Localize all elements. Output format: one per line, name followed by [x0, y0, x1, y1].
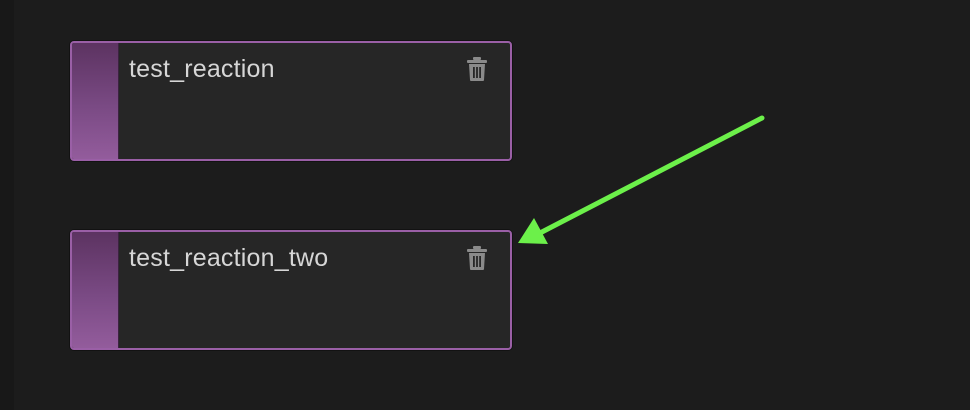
trash-icon[interactable] [466, 56, 488, 82]
node-title: test_reaction [129, 55, 275, 83]
reaction-node[interactable]: test_reaction_two [70, 230, 512, 350]
node-canvas[interactable]: test_reaction test_reaction_two [0, 0, 970, 410]
trash-icon[interactable] [466, 245, 488, 271]
reaction-node[interactable]: test_reaction [70, 41, 512, 161]
node-color-stripe [72, 43, 119, 159]
canvas-edge [0, 0, 14, 410]
node-title: test_reaction_two [129, 244, 329, 272]
node-color-stripe [72, 232, 119, 348]
